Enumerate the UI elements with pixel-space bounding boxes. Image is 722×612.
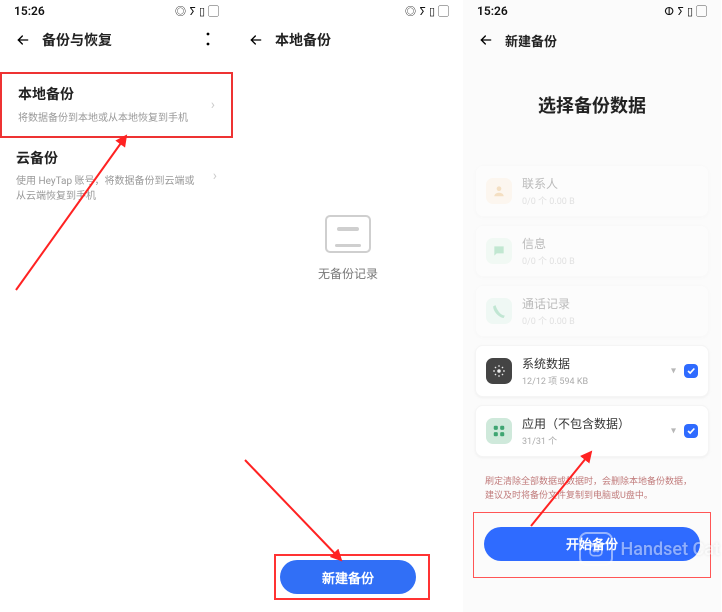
page-title: 备份与恢复 — [42, 30, 112, 50]
gear-icon — [486, 358, 512, 384]
status-icons: ⵀ ⵢ ▯ ▢ — [664, 3, 707, 19]
row-title: 云备份 — [16, 150, 213, 170]
item-system-data[interactable]: 系统数据 12/12 项 594 KB ▾ — [475, 345, 709, 397]
caret-down-icon: ▾ — [671, 426, 676, 437]
item-sub: 0/0 个 0.00 B — [522, 314, 698, 327]
row-sub: 将数据备份到本地或从本地恢复到手机 — [18, 109, 203, 124]
back-button[interactable] — [475, 29, 497, 51]
item-name: 系统数据 — [522, 355, 674, 372]
watermark-text: Handset Cat — [621, 539, 720, 560]
back-button[interactable] — [12, 29, 34, 51]
apps-icon — [486, 418, 512, 444]
header: 新建备份 — [463, 22, 721, 58]
item-name: 信息 — [522, 235, 698, 252]
status-bar: 15:26 ⵀ ⵢ ▯ ▢ — [463, 0, 721, 22]
item-name: 应用（不包含数据） — [522, 415, 674, 432]
row-local-backup[interactable]: 本地备份 将数据备份到本地或从本地恢复到手机 › — [0, 72, 233, 138]
caret-down-icon: ▾ — [671, 366, 676, 377]
item-sms[interactable]: 信息 0/0 个 0.00 B — [475, 225, 709, 277]
signal-icon: ⵢ — [677, 5, 684, 18]
page-title: 本地备份 — [275, 30, 331, 50]
header: 备份与恢复 — [0, 22, 233, 58]
checkbox-checked[interactable] — [684, 364, 698, 378]
screen-local-backup: ◎ ⵢ ▯ ▢ 本地备份 无备份记录 新建备份 — [233, 0, 463, 612]
status-icons: ◎ ⵢ ▯ ▢ — [175, 3, 219, 19]
item-calls[interactable]: 通话记录 0/0 个 0.00 B — [475, 285, 709, 337]
volte-icon: ▯ — [199, 5, 205, 18]
row-sub: 使用 HeyTap 账号，将数据备份到云端或从云端恢复到手机 — [16, 172, 201, 202]
item-sub: 0/0 个 0.00 B — [522, 194, 698, 207]
phone-icon — [486, 298, 512, 324]
battery-icon: ▢ — [696, 3, 707, 19]
signal-icon: ⵢ — [419, 5, 426, 18]
new-backup-button[interactable]: 新建备份 — [280, 560, 416, 594]
backup-item-list: 联系人 0/0 个 0.00 B 信息 0/0 个 0.00 B 通 — [463, 162, 721, 460]
battery-icon: ▢ — [438, 3, 449, 19]
item-apps[interactable]: 应用（不包含数据） 31/31 个 ▾ — [475, 405, 709, 457]
empty-state: 无备份记录 — [233, 58, 463, 438]
watermark-logo-icon — [579, 532, 613, 566]
item-name: 通话记录 — [522, 295, 698, 312]
annotation-arrow-icon — [237, 452, 357, 572]
more-icon[interactable] — [199, 30, 217, 48]
volte-icon: ▯ — [687, 5, 693, 18]
volte-icon: ▯ — [429, 5, 435, 18]
status-time: 15:26 — [477, 4, 508, 18]
section-heading: 选择备份数据 — [463, 92, 721, 118]
status-bar: ◎ ⵢ ▯ ▢ — [233, 0, 463, 22]
contacts-icon — [486, 178, 512, 204]
back-button[interactable] — [245, 29, 267, 51]
chevron-right-icon: › — [213, 168, 217, 184]
nfc-icon: ⵀ — [664, 5, 674, 18]
chevron-right-icon: › — [211, 97, 215, 113]
row-cloud-backup[interactable]: 云备份 使用 HeyTap 账号，将数据备份到云端或从云端恢复到手机 › — [0, 138, 233, 215]
row-title: 本地备份 — [18, 86, 211, 106]
battery-icon: ▢ — [208, 3, 219, 19]
checkbox-checked[interactable] — [684, 424, 698, 438]
header: 本地备份 — [233, 22, 463, 58]
empty-text: 无备份记录 — [318, 265, 378, 282]
inbox-icon — [325, 215, 371, 253]
item-contacts[interactable]: 联系人 0/0 个 0.00 B — [475, 165, 709, 217]
item-name: 联系人 — [522, 175, 698, 192]
page-title: 新建备份 — [505, 31, 557, 50]
status-time: 15:26 — [14, 4, 45, 18]
status-icons: ◎ ⵢ ▯ ▢ — [405, 3, 449, 19]
item-sub: 0/0 个 0.00 B — [522, 254, 698, 267]
screen-backup-restore: 15:26 ◎ ⵢ ▯ ▢ 备份与恢复 本地备份 将数据备份到本地或从本地恢复到… — [0, 0, 233, 612]
item-sub: 12/12 项 594 KB — [522, 374, 674, 387]
signal-icon: ⵢ — [189, 5, 196, 18]
screen-new-backup: 15:26 ⵀ ⵢ ▯ ▢ 新建备份 选择备份数据 联系人 0/0 — [463, 0, 721, 612]
message-icon — [486, 238, 512, 264]
watermark: Handset Cat — [579, 532, 720, 566]
wifi-icon: ◎ — [405, 3, 416, 19]
status-bar: 15:26 ◎ ⵢ ▯ ▢ — [0, 0, 233, 22]
item-sub: 31/31 个 — [522, 434, 674, 447]
warning-note: 刷定清除全部数据或数据时，会删除本地备份数据，建议及时将备份文件复制到电脑或U盘… — [485, 476, 699, 504]
wifi-icon: ◎ — [175, 3, 186, 19]
